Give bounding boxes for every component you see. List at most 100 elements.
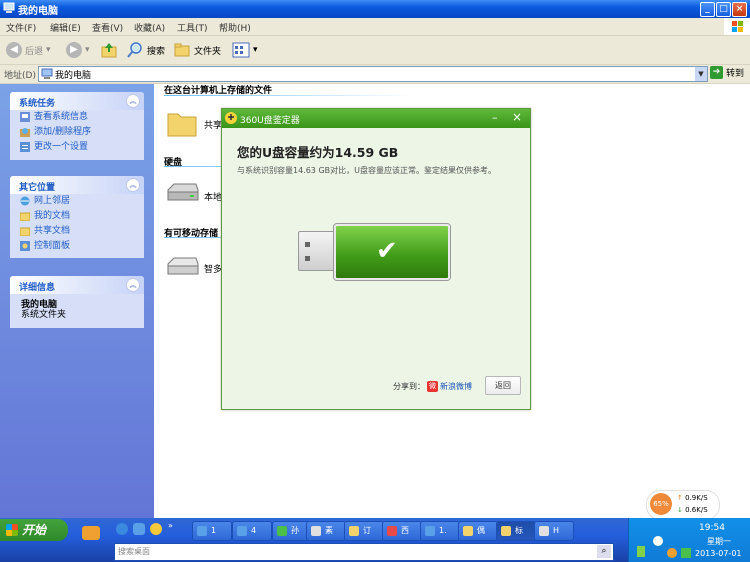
window-title: 我的电脑 <box>18 6 58 17</box>
shared-folder-item[interactable] <box>166 108 198 141</box>
taskbar-item-9[interactable]: 标 <box>496 521 536 541</box>
forward-button[interactable]: ▶ ▾ <box>66 40 90 60</box>
menu-tools[interactable]: 工具(T) <box>177 21 208 34</box>
up-folder-button[interactable] <box>100 40 118 60</box>
folder-icon <box>174 43 190 57</box>
taskbar-item-5[interactable]: 订 <box>344 521 384 541</box>
title-bar: 我的电脑 _ □ × <box>0 0 750 18</box>
views-icon <box>232 42 250 58</box>
other-places-header[interactable]: 其它位置 ︽ <box>10 176 144 194</box>
desktop-search-input[interactable]: 搜索桌面 ⌕ <box>114 543 614 561</box>
my-documents-link[interactable]: 我的文档 <box>10 209 144 224</box>
tray-app-icon[interactable] <box>653 536 663 546</box>
forward-arrow-icon: ▶ <box>66 42 82 58</box>
memory-usage-badge: 65% <box>650 493 672 515</box>
system-tasks-header[interactable]: 系统任务 ︽ <box>10 92 144 110</box>
capacity-description: 与系统识别容量14.63 GB对比，U盘容量应该正常。鉴定结果仅供参考。 <box>237 166 496 175</box>
download-speed: ↓ 0.6K/S <box>677 506 708 514</box>
network-places-link[interactable]: 网上邻居 <box>10 194 144 209</box>
menu-favorites[interactable]: 收藏(A) <box>134 21 165 34</box>
view-system-info-link[interactable]: 查看系统信息 <box>10 110 144 125</box>
collapse-icon[interactable]: ︽ <box>126 94 140 108</box>
back-button[interactable]: 返回 <box>485 376 521 395</box>
battery-icon[interactable] <box>637 546 645 557</box>
app-icon <box>387 526 397 536</box>
usb-connector-icon <box>298 231 336 271</box>
weibo-icon: 微 <box>427 381 438 392</box>
taskbar-item-10[interactable]: H <box>534 521 574 541</box>
dialog-close-button[interactable]: × <box>512 110 522 124</box>
control-panel-link[interactable]: 控制面板 <box>10 239 144 254</box>
menu-edit[interactable]: 编辑(E) <box>50 21 81 34</box>
collapse-icon[interactable]: ︽ <box>126 278 140 292</box>
clock-time[interactable]: 19:54 <box>699 523 725 533</box>
clock-date: 2013-07-01 <box>695 549 742 558</box>
quicklaunch-360-icon[interactable] <box>150 523 162 535</box>
taskbar-item-8[interactable]: 偶 <box>458 521 498 541</box>
quicklaunch-expand-icon[interactable]: » <box>168 521 173 530</box>
taskbar-item-7[interactable]: 1. <box>420 521 460 541</box>
section-divider <box>164 95 414 96</box>
network-speed-widget[interactable]: 65% ↑ 0.9K/S ↓ 0.6K/S <box>646 490 720 520</box>
other-places-panel: 其它位置 ︽ 网上邻居 我的文档 共享文档 控制面板 <box>10 176 144 258</box>
back-button[interactable]: ◀ 后退 ▾ <box>6 40 51 60</box>
add-remove-programs-link[interactable]: 添加/删除程序 <box>10 125 144 140</box>
menu-file[interactable]: 文件(F) <box>6 21 36 34</box>
taskbar-item-4[interactable]: 素 <box>306 521 346 541</box>
system-tray: 19:54 星期一 2013-07-01 <box>628 518 750 562</box>
dialog-title-bar[interactable]: ✚ 360U盘鉴定器 – × <box>222 109 530 128</box>
details-name: 我的电脑 <box>21 300 58 310</box>
address-input[interactable]: 我的电脑 ▼ <box>38 66 708 82</box>
folder-icon <box>463 526 473 536</box>
search-button[interactable]: 搜索 <box>126 40 165 60</box>
quicklaunch-browser-icon[interactable] <box>133 523 145 535</box>
go-button[interactable]: ➔ 转到 <box>710 66 744 79</box>
usb-check-dialog: ✚ 360U盘鉴定器 – × 您的U盘容量约为14.59 GB 与系统识别容量1… <box>221 108 531 410</box>
folder-icon <box>501 526 511 536</box>
taskbar-item-2[interactable]: 4 <box>232 521 272 541</box>
volume-icon[interactable] <box>681 548 691 558</box>
chevron-down-icon: ▾ <box>85 45 90 55</box>
qq-tray-icon[interactable] <box>667 548 677 558</box>
removable-disk-label: 智多 <box>204 265 223 275</box>
clock-weekday: 星期一 <box>707 537 731 546</box>
local-disk-item[interactable] <box>166 182 200 207</box>
share-label: 分享到： <box>393 382 425 391</box>
up-folder-icon <box>101 43 117 58</box>
address-dropdown-button[interactable]: ▼ <box>695 67 707 81</box>
address-value: 我的电脑 <box>55 71 92 81</box>
task-pane: 系统任务 ︽ 查看系统信息 添加/删除程序 更改一个设置 其它位置 ︽ 网上邻居… <box>0 84 154 518</box>
shared-documents-link[interactable]: 共享文档 <box>10 224 144 239</box>
minimize-button[interactable]: _ <box>700 2 715 17</box>
start-button[interactable]: 开始 <box>0 519 68 541</box>
usb-drive-illustration: ✔ <box>298 221 450 281</box>
taskbar-item-6[interactable]: 西 <box>382 521 422 541</box>
taskbar: 开始 » 1 4 孙 素 订 西 1. 偶 标 H 搜索桌面 ⌕ 19:54 星… <box>0 518 750 562</box>
quicklaunch-qq-icon[interactable] <box>82 526 100 540</box>
change-setting-link[interactable]: 更改一个设置 <box>10 140 144 155</box>
details-header[interactable]: 详细信息 ︽ <box>10 276 144 294</box>
taskbar-item-1[interactable]: 1 <box>192 521 232 541</box>
removable-disk-item[interactable] <box>166 256 200 281</box>
quicklaunch-ie-icon[interactable] <box>116 523 128 535</box>
chevron-down-icon: ▾ <box>46 45 51 55</box>
folders-button[interactable]: 文件夹 <box>173 40 221 60</box>
views-button[interactable]: ▾ <box>232 40 258 60</box>
app-icon <box>277 526 287 536</box>
app-icon <box>539 526 549 536</box>
usb-body: ✔ <box>334 224 450 280</box>
app-icon <box>237 526 247 536</box>
menu-help[interactable]: 帮助(H) <box>219 21 251 34</box>
down-arrow-icon: ↓ <box>677 506 683 514</box>
up-arrow-icon: ↑ <box>677 494 683 502</box>
dialog-minimize-button[interactable]: – <box>492 111 498 124</box>
share-weibo-link[interactable]: 微 新浪微博 <box>427 381 472 392</box>
maximize-button[interactable]: □ <box>716 2 731 17</box>
search-icon[interactable]: ⌕ <box>597 545 611 558</box>
menu-view[interactable]: 查看(V) <box>92 21 123 34</box>
collapse-icon[interactable]: ︽ <box>126 178 140 192</box>
address-bar: 地址(D) 我的电脑 ▼ ➔ 转到 <box>0 65 750 84</box>
folder-icon <box>20 212 30 221</box>
close-button[interactable]: × <box>732 2 747 17</box>
folder-icon <box>20 227 30 236</box>
